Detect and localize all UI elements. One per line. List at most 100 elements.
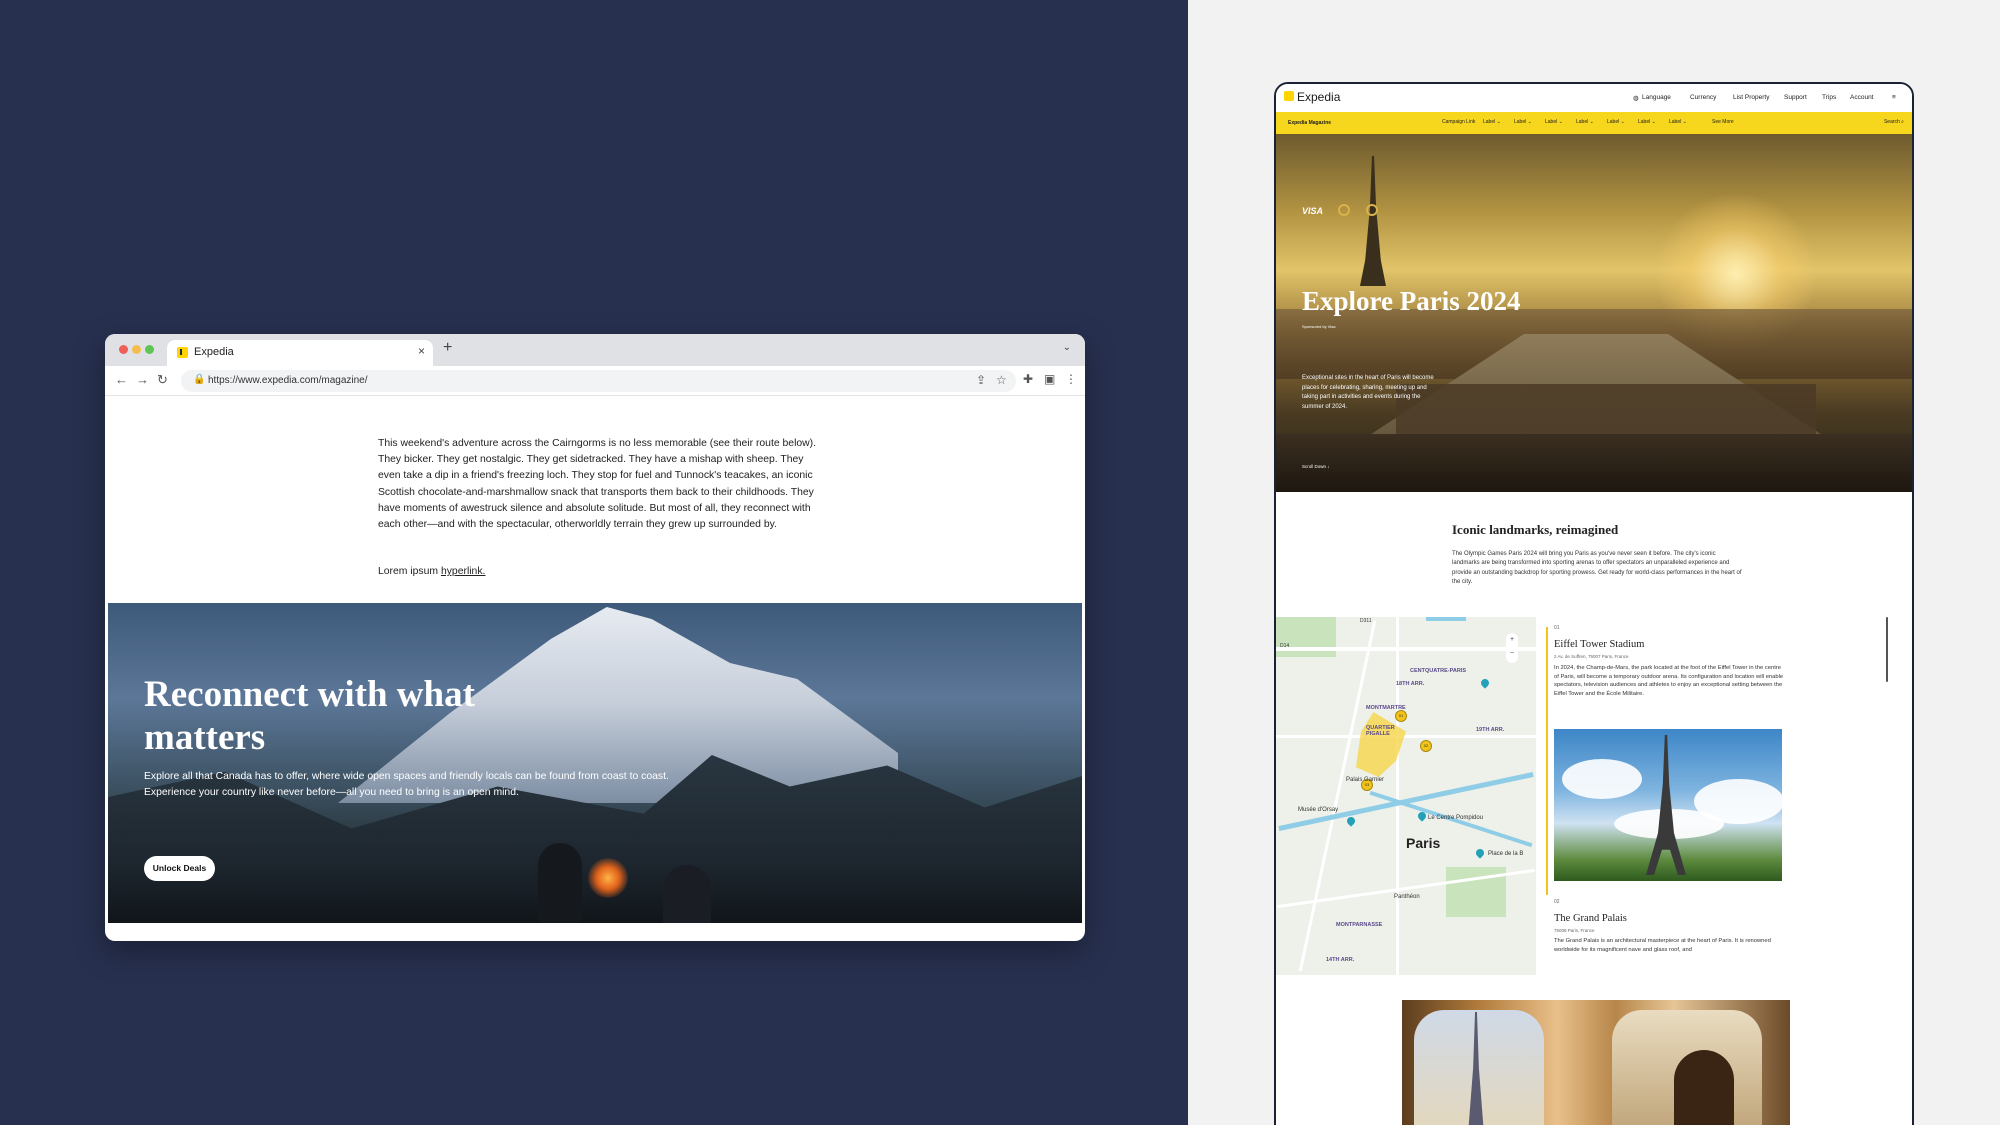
nav-label[interactable]: Label ⌄ xyxy=(1607,119,1625,125)
share-icon[interactable]: ⇪ xyxy=(976,373,986,387)
olympic-emblem-icon xyxy=(1338,204,1350,216)
cards-scrollbar[interactable] xyxy=(1886,617,1888,682)
back-icon[interactable]: ← xyxy=(115,372,128,387)
hero-banner: Reconnect with what matters Explore all … xyxy=(108,603,1082,923)
eiffel-tower-photo xyxy=(1554,729,1782,881)
expedia-favicon-icon xyxy=(177,347,188,358)
nav-campaign-link[interactable]: Campaign Link xyxy=(1442,119,1475,125)
plus-icon[interactable]: + xyxy=(443,339,452,357)
map-park xyxy=(1276,617,1336,657)
nav-trips[interactable]: Trips xyxy=(1822,94,1836,101)
star-icon[interactable]: ☆ xyxy=(996,373,1007,387)
traveler-silhouette xyxy=(1674,1050,1734,1125)
eiffel-tower-silhouette xyxy=(1360,156,1386,286)
map-label: QUARTIER PIGALLE xyxy=(1366,725,1395,737)
train-window xyxy=(1414,1010,1544,1125)
map-road-label: D14 xyxy=(1280,643,1290,649)
nav-label[interactable]: Label ⌄ xyxy=(1638,119,1656,125)
article-link-line: Lorem ipsum hyperlink. xyxy=(378,566,485,577)
expedia-logo[interactable]: Expedia xyxy=(1297,90,1340,104)
nav-label[interactable]: Label ⌄ xyxy=(1545,119,1563,125)
map-location-pin[interactable] xyxy=(1479,677,1491,689)
paris-hero: VISA Explore Paris 2024 Sponsored by Vis… xyxy=(1276,134,1912,492)
map-label: CENTQUATRE-PARIS xyxy=(1410,668,1467,674)
extensions-icon[interactable]: ✚ xyxy=(1023,372,1033,386)
map-road xyxy=(1298,620,1377,972)
sidebar-icon[interactable]: ▣ xyxy=(1044,372,1055,386)
zoom-out-button[interactable]: − xyxy=(1506,647,1518,661)
tab-bar: Expedia × + ⌄ xyxy=(105,334,1085,366)
magazine-brand[interactable]: Expedia Magazine xyxy=(1288,120,1331,126)
paralympic-emblem-icon xyxy=(1366,204,1378,216)
nav-support[interactable]: Support xyxy=(1784,94,1807,101)
nav-language[interactable]: Language xyxy=(1642,94,1671,101)
map-road xyxy=(1276,647,1536,651)
landmarks-description: The Olympic Games Paris 2024 will bring … xyxy=(1452,551,1742,585)
map-label: Place de la B xyxy=(1488,851,1524,857)
card-address: 75008 Paris, France xyxy=(1554,928,1595,933)
close-icon[interactable]: × xyxy=(418,344,425,358)
search-link[interactable]: Search ⌕ xyxy=(1884,119,1904,125)
expedia-logo-icon xyxy=(1284,91,1294,101)
map-road-label: D311 xyxy=(1360,618,1372,624)
hamburger-icon[interactable]: ≡ xyxy=(1892,94,1896,101)
silhouette-person xyxy=(538,843,582,923)
map-road xyxy=(1396,617,1399,975)
stadium-stands xyxy=(1396,384,1816,434)
nav-account[interactable]: Account xyxy=(1850,94,1874,101)
canal-water xyxy=(1426,617,1466,621)
landmarks-title: Iconic landmarks, reimagined xyxy=(1452,522,1619,537)
chevron-down-icon[interactable]: ⌄ xyxy=(1063,342,1071,353)
close-window-button[interactable] xyxy=(119,345,128,354)
map-label: 14TH ARR. xyxy=(1326,957,1355,963)
nav-label[interactable]: Label ⌄ xyxy=(1669,119,1687,125)
nav-list-property[interactable]: List Property xyxy=(1733,94,1770,101)
map-location-pin[interactable] xyxy=(1345,815,1357,827)
map-label: MONTMARTRE xyxy=(1366,705,1406,711)
eiffel-tower xyxy=(1464,1012,1488,1125)
tab-title: Expedia xyxy=(194,346,234,358)
card-title[interactable]: The Grand Palais xyxy=(1554,913,1627,924)
browser-window: Expedia × + ⌄ ← → ↻ 🔒 https://www.expedi… xyxy=(105,334,1085,941)
bridge xyxy=(1276,434,1912,492)
map-road xyxy=(1276,735,1536,738)
menu-icon[interactable]: ⋮ xyxy=(1065,372,1077,386)
map-label: 19TH ARR. xyxy=(1476,727,1505,733)
hero-title: Reconnect with what matters xyxy=(144,674,475,758)
map-city-label: Paris xyxy=(1406,835,1441,851)
browser-tab[interactable]: Expedia × xyxy=(167,340,433,366)
train-window-photo xyxy=(1402,1000,1790,1125)
map-label: MONTPARNASSE xyxy=(1336,922,1383,928)
zoom-in-button[interactable]: + xyxy=(1506,633,1518,647)
web-page: This weekend's adventure across the Cair… xyxy=(108,396,1082,938)
nav-see-more[interactable]: See More xyxy=(1712,119,1734,125)
address-bar: ← → ↻ 🔒 https://www.expedia.com/magazine… xyxy=(105,366,1085,396)
url-input[interactable]: 🔒 https://www.expedia.com/magazine/ ⇪ ☆ xyxy=(181,370,1016,392)
scroll-down-link[interactable]: Scroll Down ↓ xyxy=(1302,464,1330,469)
unlock-deals-button[interactable]: Unlock Deals xyxy=(144,856,215,881)
link-prefix: Lorem ipsum xyxy=(378,566,441,577)
maximize-window-button[interactable] xyxy=(145,345,154,354)
nav-label[interactable]: Label ⌄ xyxy=(1483,119,1501,125)
paris-hero-title: Explore Paris 2024 xyxy=(1302,286,1521,316)
map-label: Palais Garnier xyxy=(1346,777,1385,783)
nav-label[interactable]: Label ⌄ xyxy=(1576,119,1594,125)
minimize-window-button[interactable] xyxy=(132,345,141,354)
map-label: Panthéon xyxy=(1394,894,1420,900)
card-title[interactable]: Eiffel Tower Stadium xyxy=(1554,639,1644,650)
map-zoom-control: + − xyxy=(1506,633,1518,663)
active-card-indicator xyxy=(1546,627,1548,895)
expedia-page-preview: Expedia ◍ Language Currency List Propert… xyxy=(1274,82,1914,1125)
card-number: 01 xyxy=(1554,625,1560,631)
nav-currency[interactable]: Currency xyxy=(1690,94,1716,101)
reload-icon[interactable]: ↻ xyxy=(157,372,168,388)
nav-label[interactable]: Label ⌄ xyxy=(1514,119,1532,125)
url-text: https://www.expedia.com/magazine/ xyxy=(208,375,368,386)
map-pin-01[interactable]: 01 xyxy=(1395,710,1407,722)
map-location-pin[interactable] xyxy=(1474,847,1486,859)
paris-map[interactable]: 01 02 03 CENTQUATRE-PARIS 18TH ARR. MONT… xyxy=(1276,617,1536,975)
map-pin-02[interactable]: 02 xyxy=(1420,740,1432,752)
hyperlink[interactable]: hyperlink. xyxy=(441,566,485,577)
forward-icon[interactable]: → xyxy=(136,372,149,387)
visa-logo: VISA xyxy=(1302,206,1324,216)
